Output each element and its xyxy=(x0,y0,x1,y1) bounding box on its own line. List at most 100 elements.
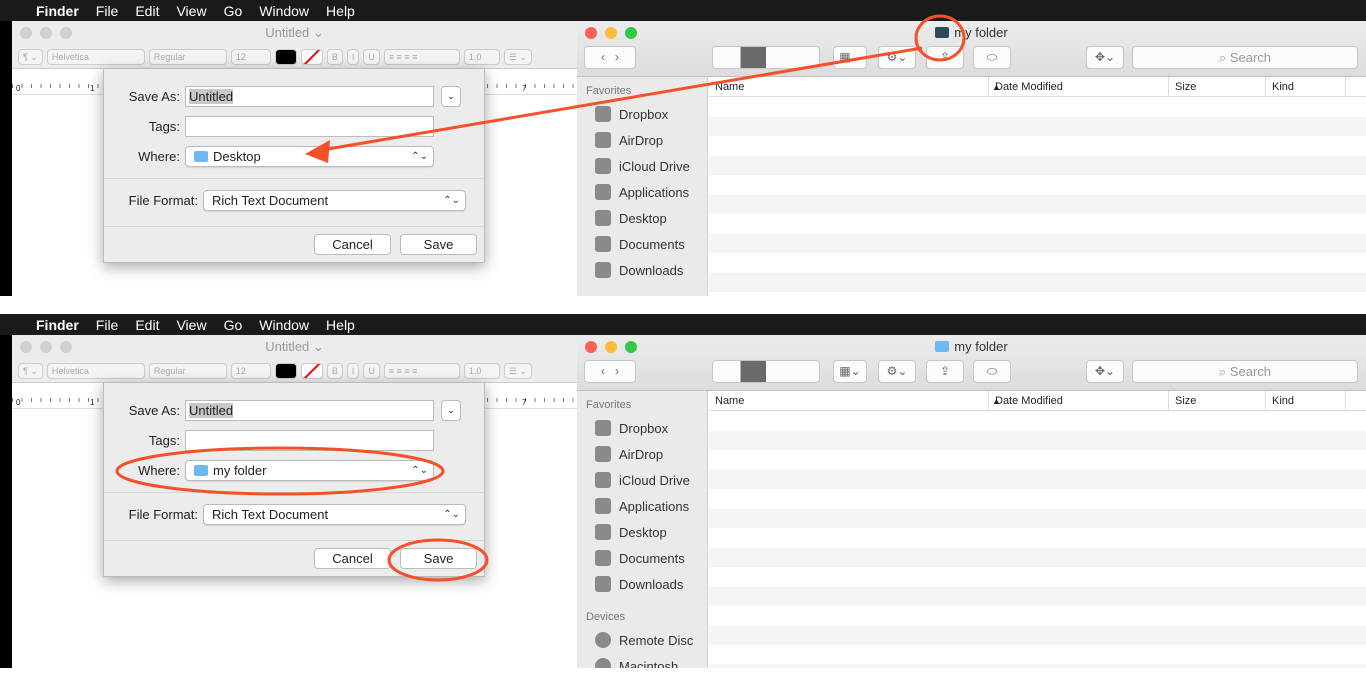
window-controls[interactable] xyxy=(20,341,72,353)
window-controls[interactable] xyxy=(20,27,72,39)
text-color-well[interactable] xyxy=(274,362,297,379)
cancel-button[interactable]: Cancel xyxy=(314,234,391,255)
menu-file[interactable]: File xyxy=(96,3,119,19)
save-as-input[interactable]: Untitled xyxy=(185,400,434,421)
sidebar-item-desktop[interactable]: Desktop xyxy=(577,519,707,545)
sidebar-item-downloads[interactable]: Downloads xyxy=(577,257,707,283)
italic-button[interactable]: I xyxy=(346,48,360,65)
menu-window[interactable]: Window xyxy=(259,3,309,19)
menu-window[interactable]: Window xyxy=(259,317,309,333)
tags-button[interactable]: ⬭ xyxy=(973,46,1011,69)
bold-button[interactable]: B xyxy=(326,362,343,379)
sidebar-item-dropbox[interactable]: Dropbox xyxy=(577,415,707,441)
file-format-popup[interactable]: Rich Text Document ⌃⌄ xyxy=(203,504,466,525)
sidebar-item-desktop[interactable]: Desktop xyxy=(577,205,707,231)
share-button[interactable]: ⇪ xyxy=(926,46,964,69)
menu-finder[interactable]: Finder xyxy=(36,3,79,19)
view-mode-buttons[interactable] xyxy=(712,46,820,69)
window-title[interactable]: Untitled ⌄ xyxy=(265,339,324,354)
text-color-well[interactable] xyxy=(274,48,297,65)
sidebar-item-airdrop[interactable]: AirDrop xyxy=(577,127,707,153)
column-header-date-modified[interactable]: Date Modified xyxy=(989,77,1169,96)
file-list[interactable]: Name Date Modified Size Kind ▲ xyxy=(709,77,1366,296)
typeface-popup[interactable]: Regular xyxy=(148,362,227,379)
sidebar-item-macintosh-[interactable]: Macintosh ... xyxy=(577,653,707,668)
sidebar-item-downloads[interactable]: Downloads xyxy=(577,571,707,597)
list-popup[interactable]: ☰ ⌄ xyxy=(503,48,533,65)
menu-view[interactable]: View xyxy=(176,317,206,333)
paragraph-style-popup[interactable]: ¶ ⌄ xyxy=(18,48,43,65)
file-format-popup[interactable]: Rich Text Document ⌃⌄ xyxy=(203,190,466,211)
arrange-button[interactable]: ▦⌄ xyxy=(833,46,867,69)
bold-button[interactable]: B xyxy=(326,48,343,65)
font-popup[interactable]: Helvetica xyxy=(46,362,145,379)
column-header-kind[interactable]: Kind xyxy=(1266,77,1346,96)
paragraph-style-popup[interactable]: ¶ ⌄ xyxy=(18,362,43,379)
sidebar-item-dropbox[interactable]: Dropbox xyxy=(577,101,707,127)
background-color-well[interactable] xyxy=(300,362,323,379)
typeface-popup[interactable]: Regular xyxy=(148,48,227,65)
line-spacing-popup[interactable]: 1.0 xyxy=(463,48,500,65)
sidebar-item-icloud-drive[interactable]: iCloud Drive xyxy=(577,153,707,179)
window-title[interactable]: Untitled ⌄ xyxy=(265,25,324,40)
menu-edit[interactable]: Edit xyxy=(135,317,159,333)
cancel-button[interactable]: Cancel xyxy=(314,548,391,569)
tags-button[interactable]: ⬭ xyxy=(973,360,1011,383)
sidebar-item-icloud-drive[interactable]: iCloud Drive xyxy=(577,467,707,493)
view-mode-buttons[interactable] xyxy=(712,360,820,383)
dropbox-button[interactable]: ✥⌄ xyxy=(1086,360,1124,383)
italic-button[interactable]: I xyxy=(346,362,360,379)
column-header-kind[interactable]: Kind xyxy=(1266,391,1346,410)
tags-input[interactable] xyxy=(185,116,434,137)
search-input[interactable]: ⌕ Search xyxy=(1132,360,1358,383)
menu-view[interactable]: View xyxy=(176,3,206,19)
dropbox-button[interactable]: ✥⌄ xyxy=(1086,46,1124,69)
underline-button[interactable]: U xyxy=(363,48,380,65)
sidebar-item-applications[interactable]: Applications xyxy=(577,179,707,205)
underline-button[interactable]: U xyxy=(363,362,380,379)
sidebar-item-airdrop[interactable]: AirDrop xyxy=(577,441,707,467)
font-size-popup[interactable]: 12 xyxy=(230,48,271,65)
menu-go[interactable]: Go xyxy=(224,3,243,19)
column-header-name[interactable]: Name xyxy=(709,77,989,96)
column-header-size[interactable]: Size xyxy=(1169,391,1266,410)
menu-help[interactable]: Help xyxy=(326,3,355,19)
save-as-input[interactable]: Untitled xyxy=(185,86,434,107)
alignment-buttons[interactable]: ≡ ≡ ≡ ≡ xyxy=(383,48,460,65)
sidebar-item-remote-disc[interactable]: Remote Disc xyxy=(577,627,707,653)
sidebar-item-documents[interactable]: Documents xyxy=(577,545,707,571)
file-list[interactable]: Name Date Modified Size Kind ▲ xyxy=(709,391,1366,668)
save-button[interactable]: Save xyxy=(400,548,477,569)
sidebar-item-documents[interactable]: Documents xyxy=(577,231,707,257)
search-input[interactable]: ⌕ Search xyxy=(1132,46,1358,69)
menu-edit[interactable]: Edit xyxy=(135,3,159,19)
expand-dialog-button[interactable]: ⌄ xyxy=(441,86,461,107)
line-spacing-popup[interactable]: 1.0 xyxy=(463,362,500,379)
column-header-date-modified[interactable]: Date Modified xyxy=(989,391,1169,410)
back-forward-buttons[interactable]: ‹ › xyxy=(584,360,636,383)
column-header-name[interactable]: Name xyxy=(709,391,989,410)
sidebar-item-label: Remote Disc xyxy=(619,632,694,648)
list-header: Name Date Modified Size Kind ▲ xyxy=(709,391,1366,411)
sidebar-item-applications[interactable]: Applications xyxy=(577,493,707,519)
menu-file[interactable]: File xyxy=(96,317,119,333)
where-popup[interactable]: Desktop ⌃⌄ xyxy=(185,146,434,167)
menu-help[interactable]: Help xyxy=(326,317,355,333)
expand-dialog-button[interactable]: ⌄ xyxy=(441,400,461,421)
back-forward-buttons[interactable]: ‹ › xyxy=(584,46,636,69)
background-color-well[interactable] xyxy=(300,48,323,65)
action-gear-button[interactable]: ⚙⌄ xyxy=(878,360,916,383)
save-button[interactable]: Save xyxy=(400,234,477,255)
menu-finder[interactable]: Finder xyxy=(36,317,79,333)
action-gear-button[interactable]: ⚙⌄ xyxy=(878,46,916,69)
column-header-size[interactable]: Size xyxy=(1169,77,1266,96)
share-button[interactable]: ⇪ xyxy=(926,360,964,383)
font-popup[interactable]: Helvetica xyxy=(46,48,145,65)
menu-go[interactable]: Go xyxy=(224,317,243,333)
font-size-popup[interactable]: 12 xyxy=(230,362,271,379)
list-popup[interactable]: ☰ ⌄ xyxy=(503,362,533,379)
arrange-button[interactable]: ▦⌄ xyxy=(833,360,867,383)
where-popup[interactable]: my folder ⌃⌄ xyxy=(185,460,434,481)
tags-input[interactable] xyxy=(185,430,434,451)
alignment-buttons[interactable]: ≡ ≡ ≡ ≡ xyxy=(383,362,460,379)
